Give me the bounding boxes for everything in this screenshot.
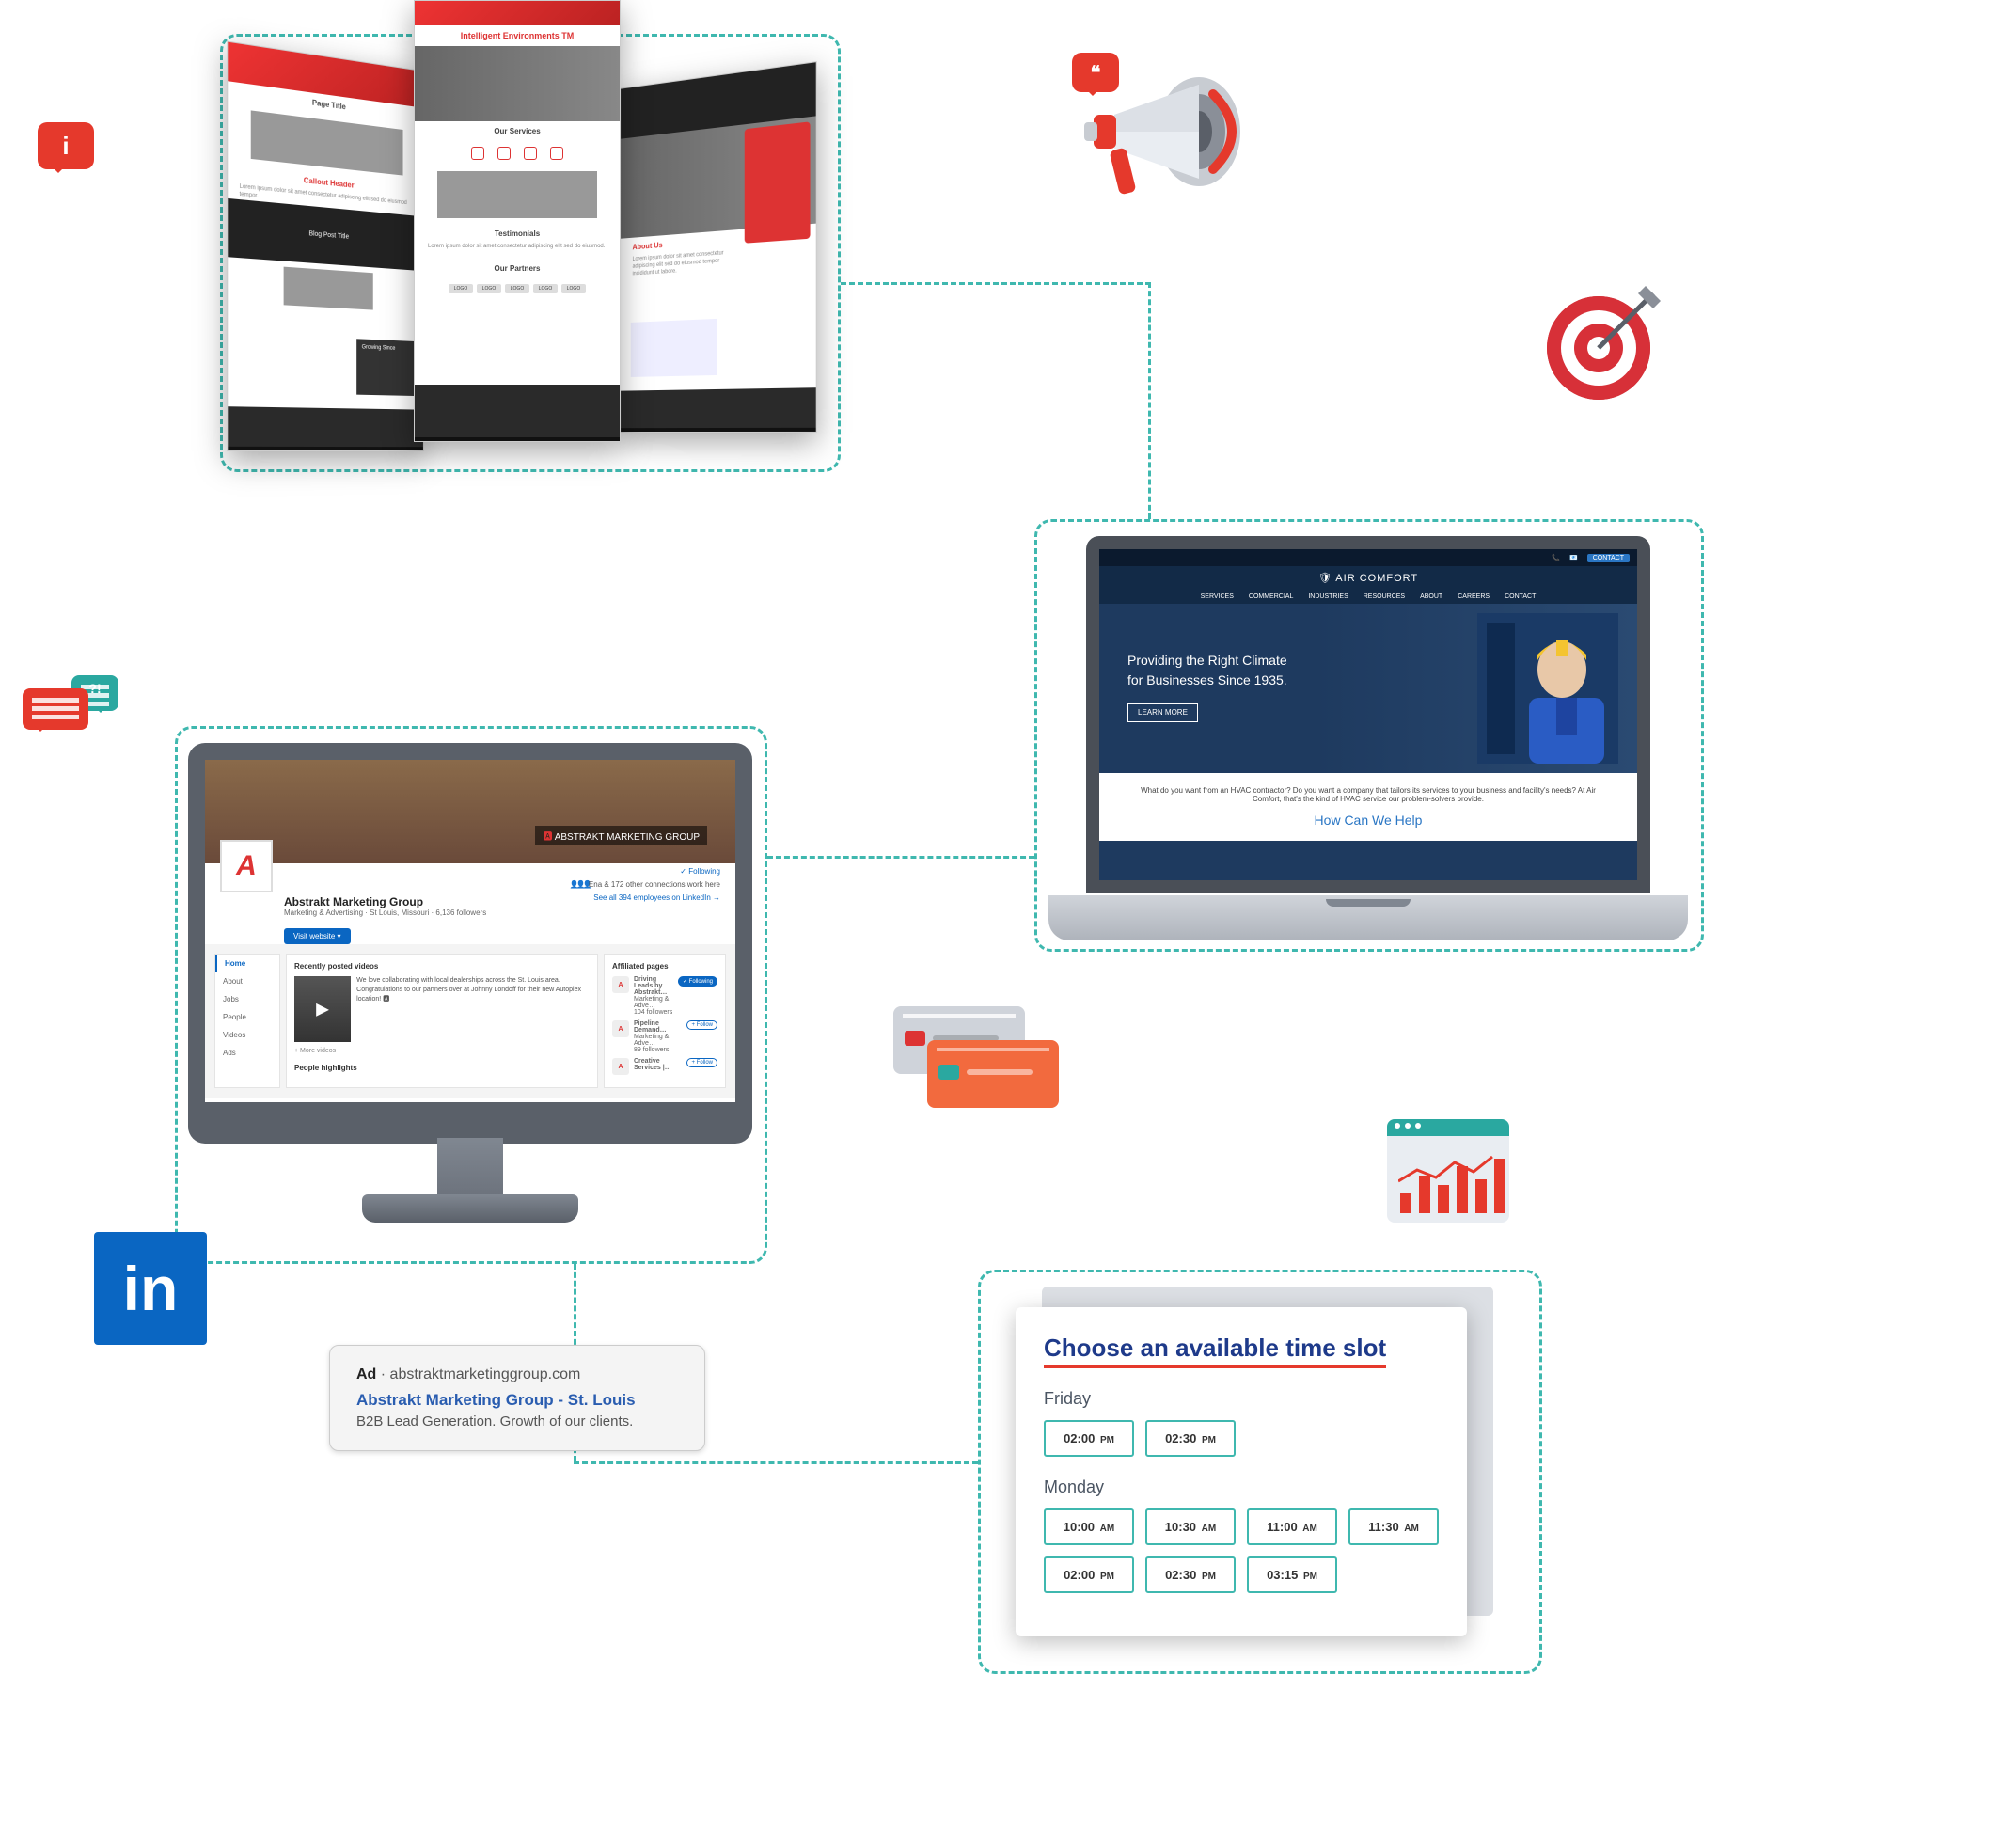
megaphone-icon	[1058, 47, 1246, 235]
connections-text: Ena & 172 other connections work here	[589, 880, 720, 889]
company-sub: Marketing & Advertising · St Louis, Miss…	[284, 908, 720, 917]
connector-3b	[574, 1461, 978, 1464]
time-slot[interactable]: 02:30 PM	[1145, 1556, 1236, 1593]
aff-name: Driving Leads by Abstrakt…	[634, 976, 667, 996]
affiliated-title: Affiliated pages	[612, 962, 717, 971]
scheduler-card: Choose an available time slot Friday 02:0…	[1016, 1307, 1467, 1636]
side-nav-about[interactable]: About	[215, 972, 279, 990]
mockup-center-services: Our Services	[415, 121, 620, 141]
nav-item[interactable]: COMMERCIAL	[1249, 593, 1293, 600]
scheduler-title: Choose an available time slot	[1044, 1334, 1386, 1368]
laptop-nav: SERVICES COMMERCIAL INDUSTRIES RESOURCES…	[1099, 590, 1637, 604]
nav-item[interactable]: CAREERS	[1458, 593, 1490, 600]
worker-illustration	[1477, 613, 1618, 764]
desktop-mockup: 🅰 ABSTRAKT MARKETING GROUP A Abstrakt Ma…	[188, 743, 752, 1251]
laptop-body-text: What do you want from an HVAC contractor…	[1127, 786, 1609, 803]
hero-button[interactable]: LEARN MORE	[1127, 703, 1198, 722]
time-slot[interactable]: 10:00 AM	[1044, 1508, 1134, 1545]
nav-item[interactable]: RESOURCES	[1364, 593, 1405, 600]
time-slot[interactable]: 02:30 PM	[1145, 1420, 1236, 1457]
aff-follow-button[interactable]: + Follow	[686, 1058, 717, 1067]
following-badge[interactable]: ✓ Following	[680, 867, 720, 876]
info-bubble-icon: i	[38, 122, 94, 169]
time-slot[interactable]: 11:00 AM	[1247, 1508, 1337, 1545]
ad-domain: abstraktmarketinggroup.com	[390, 1366, 581, 1382]
visit-website-button[interactable]: Visit website ▾	[284, 928, 351, 944]
laptop-help-title: How Can We Help	[1127, 813, 1609, 828]
aff-follow-button[interactable]: ✓ Following	[678, 976, 717, 987]
email-windows-icon	[893, 1006, 1063, 1119]
mockup-left-sidebar: Growing Since	[356, 339, 417, 396]
time-slot[interactable]: 11:30 AM	[1348, 1508, 1439, 1545]
aff-name: Creative Services |…	[634, 1058, 671, 1071]
more-videos-link[interactable]: + More videos	[294, 1048, 590, 1054]
nav-item[interactable]: SERVICES	[1201, 593, 1234, 600]
linkedin-icon: in	[94, 1232, 207, 1345]
mockup-right-page: About Us Lorem ipsum dolor sit amet cons…	[620, 61, 817, 433]
time-slot[interactable]: 03:15 PM	[1247, 1556, 1337, 1593]
side-nav-jobs[interactable]: Jobs	[215, 990, 279, 1008]
nav-item[interactable]: CONTACT	[1505, 593, 1536, 600]
side-nav-people[interactable]: People	[215, 1008, 279, 1026]
people-highlights-title: People highlights	[294, 1064, 590, 1072]
analytics-icon	[1387, 1119, 1509, 1223]
video-thumb[interactable]	[294, 976, 351, 1042]
website-mockups: Page Title Callout Header Lorem ipsum do…	[226, 0, 818, 489]
connector-2	[767, 856, 1034, 859]
side-nav-ads[interactable]: Ads	[215, 1044, 279, 1062]
partner-chip: LOGO	[477, 284, 501, 293]
target-icon	[1542, 282, 1664, 404]
time-slot[interactable]: 02:00 PM	[1044, 1556, 1134, 1593]
connector-1b	[1148, 282, 1151, 519]
nav-item[interactable]: INDUSTRIES	[1308, 593, 1348, 600]
banner-sign: 🅰 ABSTRAKT MARKETING GROUP	[535, 826, 707, 845]
side-nav-home[interactable]: Home	[215, 955, 279, 972]
partner-chip: LOGO	[449, 284, 473, 293]
nav-item[interactable]: ABOUT	[1420, 593, 1442, 600]
chat-bubbles-icon: ?!	[23, 688, 88, 735]
ad-prefix: Ad	[356, 1366, 376, 1382]
laptop-brand: 🛡 AIR COMFORT	[1099, 566, 1637, 590]
time-slot[interactable]: 02:00 PM	[1044, 1420, 1134, 1457]
hero-line-2: for Businesses Since 1935.	[1127, 671, 1287, 690]
mockup-center-page: Intelligent Environments TM Our Services…	[414, 0, 621, 442]
mockup-center-testimonials: Testimonials	[415, 224, 620, 244]
hero-line-1: Providing the Right Climate	[1127, 651, 1287, 671]
connector-1	[841, 282, 1151, 285]
recently-posted-title: Recently posted videos	[294, 962, 590, 971]
company-side-nav: Home About Jobs People Videos Ads	[214, 954, 280, 1088]
aff-name: Pipeline Demand…	[634, 1020, 667, 1034]
scheduler-day-label: Monday	[1044, 1477, 1439, 1497]
side-nav-videos[interactable]: Videos	[215, 1026, 279, 1044]
aff-follow-button[interactable]: + Follow	[686, 1020, 717, 1030]
scheduler-day-label: Friday	[1044, 1389, 1439, 1409]
ad-desc: B2B Lead Generation. Growth of our clien…	[356, 1414, 678, 1429]
mockup-center-partners: Our Partners	[415, 259, 620, 278]
see-all-link[interactable]: See all 394 employees on LinkedIn →	[593, 893, 720, 902]
video-blurb: We love collaborating with local dealers…	[356, 976, 590, 1042]
partner-chip: LOGO	[505, 284, 529, 293]
partner-chip: LOGO	[533, 284, 558, 293]
mockup-left-page: Page Title Callout Header Lorem ipsum do…	[227, 41, 424, 451]
time-slot[interactable]: 10:30 AM	[1145, 1508, 1236, 1545]
ad-title: Abstrakt Marketing Group - St. Louis	[356, 1391, 678, 1410]
partner-chip: LOGO	[561, 284, 586, 293]
laptop-mockup: 📞📧CONTACT 🛡 AIR COMFORT SERVICES COMMERC…	[1048, 536, 1688, 940]
google-ad-card[interactable]: Ad · abstraktmarketinggroup.com Abstrakt…	[329, 1345, 705, 1451]
mockup-center-headline: Intelligent Environments TM	[415, 25, 620, 46]
